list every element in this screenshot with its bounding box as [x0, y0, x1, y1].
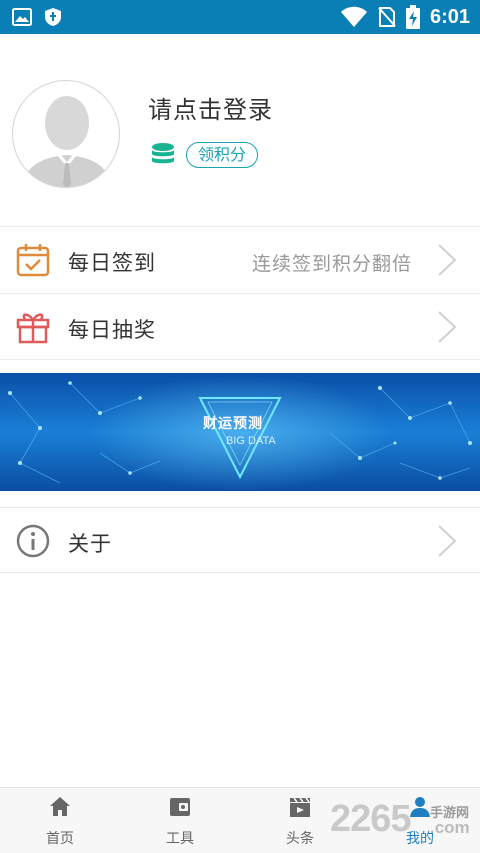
menu-item-daily-lottery[interactable]: 每日抽奖: [0, 293, 480, 359]
status-bar: 6:01: [0, 0, 480, 34]
get-points-button[interactable]: 领积分: [186, 142, 259, 168]
chevron-right-icon: [438, 525, 457, 557]
site-watermark: 2265 手游网 .com: [330, 798, 480, 842]
menu-item-label: 每日抽奖: [68, 318, 156, 342]
chevron-right-icon: [438, 311, 457, 343]
menu-item-hint: 连续签到积分翻倍: [251, 253, 412, 275]
fortune-banner[interactable]: 财运预测 BIG DATA: [0, 373, 480, 491]
info-icon: [16, 524, 50, 558]
menu-item-daily-checkin[interactable]: 每日签到 连续签到积分翻倍: [0, 226, 480, 292]
watermark-digits: 2265: [330, 798, 412, 840]
chevron-right-icon: [438, 244, 457, 276]
shield-icon: [45, 8, 61, 26]
banner-subtitle: BIG DATA: [226, 435, 276, 447]
avatar[interactable]: [12, 80, 120, 188]
menu-item-label: 关于: [68, 532, 112, 556]
tab-tools[interactable]: 工具: [120, 788, 240, 853]
tab-home[interactable]: 首页: [0, 788, 120, 853]
wallet-icon: [170, 798, 190, 816]
coins-stack-icon: [152, 143, 174, 164]
clapper-icon: [290, 797, 310, 817]
tab-label: 工具: [166, 831, 194, 847]
image-icon: [12, 8, 32, 26]
wifi-icon: [340, 6, 367, 27]
status-time: 6:01: [429, 6, 470, 28]
battery-charging-icon: [405, 5, 420, 29]
watermark-text-en: .com: [430, 818, 470, 837]
default-avatar-icon: [21, 96, 113, 187]
banner-title: 财运预测: [203, 416, 263, 432]
menu-item-about[interactable]: 关于: [0, 507, 480, 573]
tab-label: 首页: [46, 831, 74, 847]
home-icon: [50, 797, 70, 816]
no-sim-icon: [378, 7, 396, 27]
divider: [0, 359, 480, 360]
gift-icon: [16, 313, 50, 344]
points-row: 领积分: [150, 142, 259, 168]
profile-header: 请点击登录 领积分: [0, 34, 480, 226]
calendar-check-icon: [16, 244, 50, 277]
login-prompt[interactable]: 请点击登录: [148, 90, 273, 125]
menu-item-label: 每日签到: [68, 251, 156, 275]
